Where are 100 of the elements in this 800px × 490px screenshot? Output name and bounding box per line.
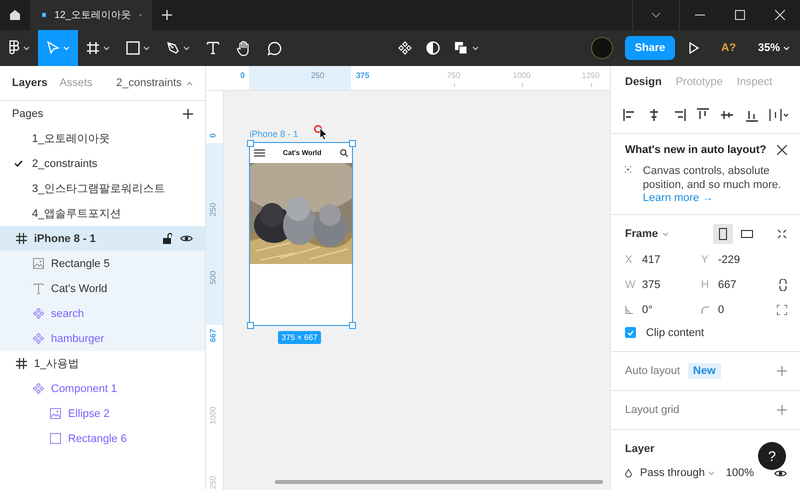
page-item[interactable]: 4_앱솔루트포지션 <box>0 201 205 226</box>
property-field[interactable]: 0° <box>625 301 701 318</box>
property-field[interactable]: W 375 <box>625 276 701 293</box>
boolean-icon[interactable] <box>454 41 468 55</box>
resize-to-fit-icon[interactable] <box>777 229 787 239</box>
corner-radius-icon <box>701 306 709 314</box>
help-button[interactable]: ? <box>758 442 786 470</box>
ruler-label: 1000 <box>512 71 532 80</box>
component-icon <box>33 333 44 344</box>
file-tab[interactable]: 12_오토레이아웃 <box>30 0 152 30</box>
page-item[interactable]: 1_오토레이아웃 <box>0 126 205 151</box>
resize-handle[interactable] <box>246 322 254 329</box>
rectangle-icon <box>50 433 61 444</box>
layer-item[interactable]: Cat's World <box>0 276 205 301</box>
chevron-icon[interactable] <box>651 12 661 18</box>
rectangle-icon <box>126 41 140 55</box>
text-icon <box>206 41 220 55</box>
property-field[interactable]: X 417 <box>625 251 701 268</box>
resize-handle[interactable] <box>348 140 356 147</box>
property-field[interactable]: 0 <box>701 301 777 318</box>
scrollbar[interactable] <box>274 480 603 484</box>
ruler-label: 1000 <box>208 406 218 426</box>
avatar-icon[interactable] <box>590 37 613 59</box>
chevron-icon <box>662 232 670 236</box>
frame-icon <box>16 358 27 369</box>
align-bottom-icon[interactable] <box>744 108 759 122</box>
eye-icon[interactable] <box>180 234 193 243</box>
section-title: Layer <box>625 443 654 455</box>
tab-title: 12_오토레이아웃 <box>54 9 132 22</box>
layer-item[interactable]: Rectangle 5 <box>0 251 205 276</box>
clip-content-checkbox[interactable]: Clip content <box>625 320 787 345</box>
minimize-icon[interactable] <box>695 14 705 16</box>
layer-item[interactable]: hamburger <box>0 326 205 351</box>
property-field[interactable]: Y -229 <box>701 251 777 268</box>
cursor-icon <box>314 125 328 141</box>
landscape-icon <box>741 230 753 238</box>
ruler-label: 375 <box>354 71 370 80</box>
ruler-label: 0 <box>208 132 218 140</box>
chevron-icon <box>63 46 70 50</box>
play-icon[interactable] <box>689 42 700 54</box>
ruler-label: 0 <box>239 71 246 80</box>
panel-tab[interactable]: Layers <box>12 77 48 89</box>
panel-tab[interactable]: Design <box>625 76 662 88</box>
image-icon <box>50 408 61 419</box>
add-icon[interactable] <box>182 108 193 118</box>
ruler-label: 1250 <box>580 71 601 80</box>
component-icon <box>33 383 44 394</box>
unlock-icon[interactable] <box>162 233 172 244</box>
constrain-proportions-icon[interactable] <box>779 278 787 290</box>
blend-mode-select[interactable]: Pass through <box>640 467 715 479</box>
ruler-label: 500 <box>208 270 218 286</box>
image-icon <box>33 258 44 269</box>
page-switcher[interactable]: 2_constraints <box>116 77 193 89</box>
contrast-icon[interactable] <box>426 41 440 55</box>
checkbox[interactable] <box>625 327 636 338</box>
auto-layout-icon <box>625 164 631 175</box>
ruler-label: 250 <box>208 202 218 218</box>
font-warning[interactable]: A? <box>721 42 736 54</box>
text-icon <box>33 283 44 294</box>
ruler-label: 250 <box>310 71 326 80</box>
hand-icon <box>236 40 251 56</box>
home-icon[interactable] <box>9 9 21 21</box>
learn-more-link[interactable]: Learn more → <box>642 192 787 204</box>
frame-icon <box>86 41 100 55</box>
zoom-menu[interactable]: 35% <box>758 42 790 54</box>
eye-icon[interactable] <box>774 468 787 478</box>
portrait-icon <box>719 228 727 240</box>
ruler-label: 667 <box>208 328 218 344</box>
notice-title: What's new in auto layout? <box>625 144 766 156</box>
opacity-field[interactable]: 100% <box>726 467 754 479</box>
section-title[interactable]: Frame <box>625 228 658 240</box>
layer-item[interactable]: 1_사용법 <box>0 351 205 376</box>
distribute-icon[interactable] <box>768 108 789 122</box>
pointer-icon <box>46 41 60 55</box>
property-field[interactable]: H 667 <box>701 276 777 293</box>
menu-icon <box>8 40 20 56</box>
maximize-icon[interactable] <box>735 10 745 20</box>
align-left-icon[interactable] <box>623 108 637 122</box>
chevron-icon <box>783 46 790 50</box>
layer-item[interactable]: Rectangle 6 <box>0 426 205 451</box>
resize-handle[interactable] <box>348 322 356 329</box>
layer-item[interactable]: Ellipse 2 <box>0 401 205 426</box>
layer-item[interactable]: Component 1 <box>0 376 205 401</box>
hamburger-icon <box>254 149 265 157</box>
layer-item[interactable]: iPhone 8 - 1 <box>0 226 205 251</box>
close-icon[interactable] <box>777 145 787 155</box>
portrait-button[interactable] <box>713 224 733 244</box>
add-tab-icon[interactable] <box>162 10 172 20</box>
section-title: Auto layout <box>625 365 680 377</box>
chevron-icon <box>23 46 30 50</box>
resize-handle[interactable] <box>246 140 254 147</box>
page-item[interactable]: 3_인스타그램팔로워리스트 <box>0 176 205 201</box>
chevron-icon <box>708 470 715 476</box>
ruler-label: 250 <box>208 474 218 490</box>
independent-corners-icon[interactable] <box>777 304 787 314</box>
section-title: Pages <box>12 108 44 120</box>
page-item[interactable]: 2_constraints <box>0 151 205 176</box>
frame-icon <box>16 233 27 244</box>
layer-item[interactable]: search <box>0 301 205 326</box>
component-icon[interactable] <box>398 41 412 55</box>
